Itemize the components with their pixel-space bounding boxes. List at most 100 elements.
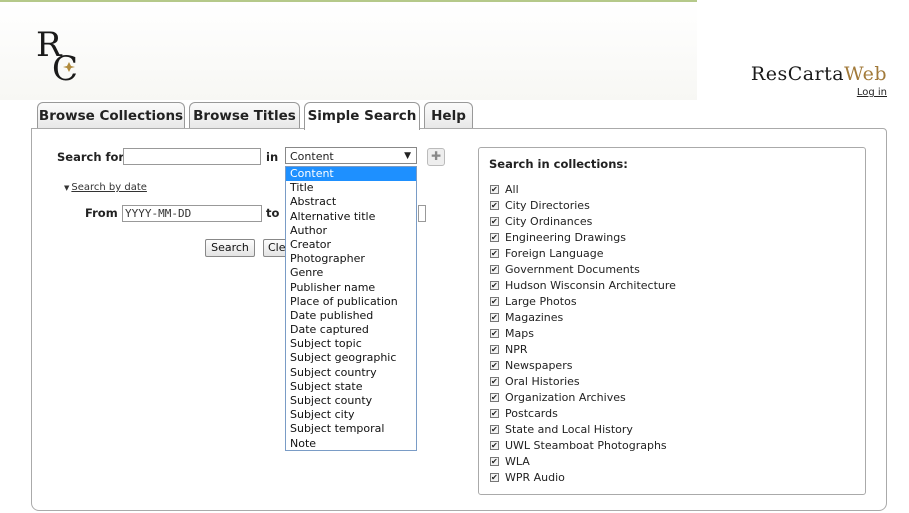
- search-field-select[interactable]: Content ▼: [285, 147, 417, 164]
- collection-label: NPR: [505, 343, 528, 356]
- dropdown-option[interactable]: Genre: [286, 266, 416, 280]
- collection-label: Oral Histories: [505, 375, 580, 388]
- login-link[interactable]: Log in: [751, 87, 887, 98]
- collection-label: Hudson Wisconsin Architecture: [505, 279, 676, 292]
- collection-item[interactable]: Foreign Language: [490, 246, 676, 262]
- tab-simple-search[interactable]: Simple Search: [304, 102, 420, 130]
- collection-item[interactable]: Newspapers: [490, 358, 676, 374]
- dropdown-option[interactable]: Place of publication: [286, 295, 416, 309]
- dropdown-option[interactable]: Note: [286, 437, 416, 451]
- collection-item[interactable]: Magazines: [490, 310, 676, 326]
- dropdown-option[interactable]: Subject state: [286, 380, 416, 394]
- in-label: in: [266, 150, 279, 164]
- checkbox-checked-icon[interactable]: [490, 358, 499, 374]
- collection-item[interactable]: Hudson Wisconsin Architecture: [490, 278, 676, 294]
- svg-text:C: C: [52, 49, 78, 82]
- checkbox-checked-icon[interactable]: [490, 198, 499, 214]
- dropdown-option[interactable]: Subject city: [286, 408, 416, 422]
- dropdown-arrow-icon: ▼: [404, 151, 411, 161]
- dropdown-option[interactable]: Creator: [286, 238, 416, 252]
- search-input[interactable]: [123, 148, 261, 165]
- checkbox-checked-icon[interactable]: [490, 278, 499, 294]
- dropdown-option[interactable]: Title: [286, 181, 416, 195]
- tab-browse-collections[interactable]: Browse Collections: [37, 102, 185, 128]
- from-label: From: [85, 206, 118, 220]
- dropdown-option[interactable]: Date captured: [286, 323, 416, 337]
- collection-item[interactable]: UWL Steamboat Photographs: [490, 438, 676, 454]
- dropdown-option[interactable]: Author: [286, 224, 416, 238]
- checkbox-checked-icon[interactable]: [490, 470, 499, 486]
- collection-item[interactable]: Maps: [490, 326, 676, 342]
- brand-logotype: ResCartaWeb: [751, 63, 887, 85]
- tab-help[interactable]: Help: [424, 102, 473, 128]
- checkbox-checked-icon[interactable]: [490, 294, 499, 310]
- collection-item[interactable]: All: [490, 182, 676, 198]
- plus-icon[interactable]: ✚: [427, 148, 445, 166]
- from-date-input[interactable]: YYYY-MM-DD: [122, 205, 262, 222]
- collection-label: Postcards: [505, 407, 558, 420]
- dropdown-option[interactable]: Content: [286, 167, 416, 182]
- checkbox-checked-icon[interactable]: [490, 342, 499, 358]
- checkbox-checked-icon[interactable]: [490, 182, 499, 198]
- search-field-selected: Content: [290, 150, 334, 163]
- dropdown-option[interactable]: Date published: [286, 309, 416, 323]
- collection-label: Government Documents: [505, 263, 640, 276]
- collection-item[interactable]: Large Photos: [490, 294, 676, 310]
- collection-item[interactable]: WPR Audio: [490, 470, 676, 486]
- checkbox-checked-icon[interactable]: [490, 406, 499, 422]
- collection-item[interactable]: City Ordinances: [490, 214, 676, 230]
- to-label: to: [266, 206, 280, 220]
- dropdown-option[interactable]: Subject topic: [286, 337, 416, 351]
- dropdown-option[interactable]: Subject county: [286, 394, 416, 408]
- brand-part-1: ResCarta: [750, 63, 845, 85]
- checkbox-checked-icon[interactable]: [490, 438, 499, 454]
- collections-list: All City Directories City Ordinances Engine…: [490, 182, 676, 486]
- checkbox-checked-icon[interactable]: [490, 454, 499, 470]
- dropdown-option[interactable]: Publisher name: [286, 281, 416, 295]
- collection-item[interactable]: Engineering Drawings: [490, 230, 676, 246]
- collection-item[interactable]: City Directories: [490, 198, 676, 214]
- checkbox-checked-icon[interactable]: [490, 214, 499, 230]
- search-field-dropdown: Content Title Abstract Alternative title Aut…: [285, 166, 417, 451]
- triangle-down-icon: ▼: [64, 184, 70, 192]
- dropdown-option[interactable]: Photographer: [286, 252, 416, 266]
- collection-label: UWL Steamboat Photographs: [505, 439, 667, 452]
- collection-label: Newspapers: [505, 359, 573, 372]
- collection-label: Foreign Language: [505, 247, 604, 260]
- collection-item[interactable]: Government Documents: [490, 262, 676, 278]
- search-button[interactable]: Search: [205, 239, 255, 257]
- checkbox-checked-icon[interactable]: [490, 390, 499, 406]
- collection-item[interactable]: Oral Histories: [490, 374, 676, 390]
- tab-browse-titles[interactable]: Browse Titles: [189, 102, 300, 128]
- collection-item[interactable]: State and Local History: [490, 422, 676, 438]
- dropdown-option[interactable]: Alternative title: [286, 210, 416, 224]
- brand-part-2: Web: [844, 63, 887, 85]
- collection-label: City Directories: [505, 199, 590, 212]
- to-date-input[interactable]: [418, 205, 426, 222]
- checkbox-checked-icon[interactable]: [490, 310, 499, 326]
- checkbox-checked-icon[interactable]: [490, 374, 499, 390]
- collection-label: Large Photos: [505, 295, 577, 308]
- search-for-label: Search for: [57, 150, 125, 164]
- collection-label: City Ordinances: [505, 215, 593, 228]
- checkbox-checked-icon[interactable]: [490, 326, 499, 342]
- dropdown-option[interactable]: Abstract: [286, 195, 416, 209]
- collection-label: Organization Archives: [505, 391, 626, 404]
- dropdown-option[interactable]: Subject temporal: [286, 422, 416, 436]
- collection-item[interactable]: Organization Archives: [490, 390, 676, 406]
- collection-label: All: [505, 183, 519, 196]
- dropdown-option[interactable]: Subject country: [286, 366, 416, 380]
- checkbox-checked-icon[interactable]: [490, 422, 499, 438]
- search-by-date-link[interactable]: Search by date: [71, 182, 147, 193]
- collection-item[interactable]: Postcards: [490, 406, 676, 422]
- checkbox-checked-icon[interactable]: [490, 230, 499, 246]
- checkbox-checked-icon[interactable]: [490, 262, 499, 278]
- dropdown-option[interactable]: Subject geographic: [286, 351, 416, 365]
- checkbox-checked-icon[interactable]: [490, 246, 499, 262]
- header-band: [0, 2, 697, 100]
- collection-item[interactable]: WLA: [490, 454, 676, 470]
- search-by-date-toggle[interactable]: ▼ Search by date: [64, 182, 147, 193]
- collection-item[interactable]: NPR: [490, 342, 676, 358]
- rescarta-logo[interactable]: R C: [34, 25, 86, 89]
- collection-label: Maps: [505, 327, 534, 340]
